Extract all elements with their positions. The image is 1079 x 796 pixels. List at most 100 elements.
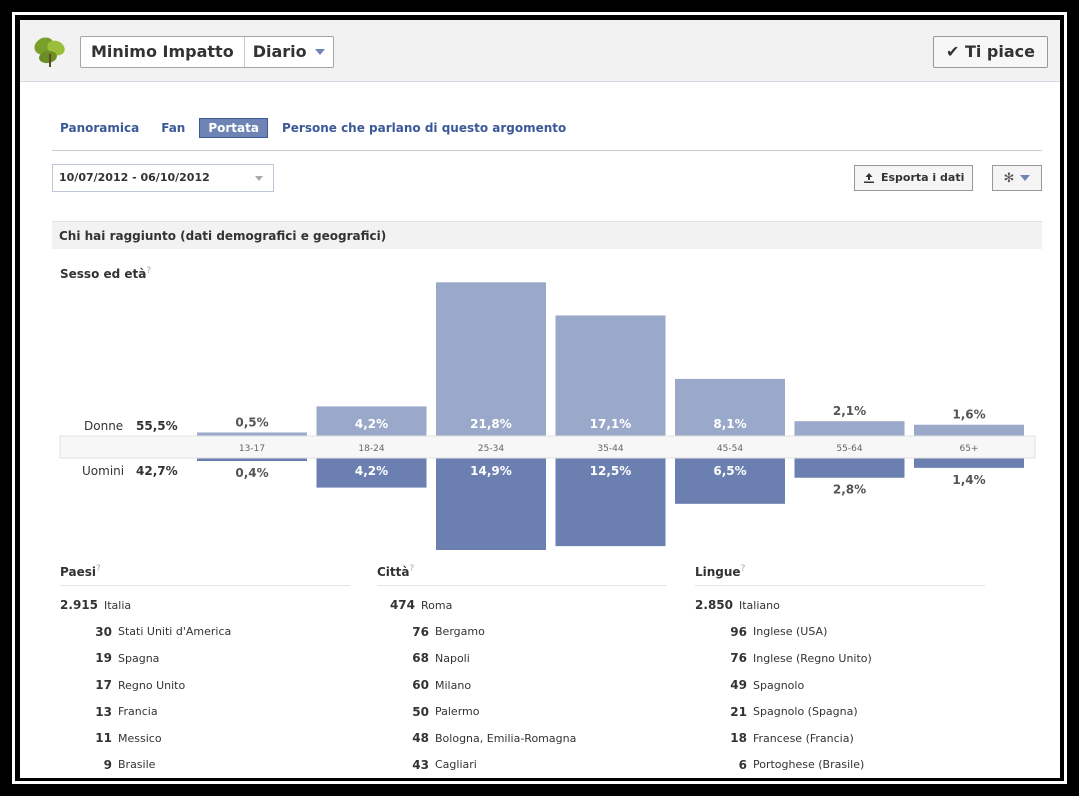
languages-title: Lingue? xyxy=(695,564,985,586)
list-item-count: 48 xyxy=(412,731,429,746)
list-item-count: 2.850 xyxy=(695,598,733,613)
women-value-label: 17,1% xyxy=(590,417,632,431)
upload-icon xyxy=(864,173,874,183)
men-bar[interactable] xyxy=(794,458,905,478)
list-item-count: 76 xyxy=(730,651,747,666)
section-title: Chi hai raggiunto (dati demografici e ge… xyxy=(52,221,1042,249)
men-series-label: Uomini xyxy=(82,464,124,478)
list-item: 60 Milano xyxy=(377,672,667,699)
list-item-count: 60 xyxy=(412,678,429,693)
list-item-count: 9 xyxy=(103,757,112,772)
list-item: 13 Francia xyxy=(60,698,350,725)
list-item-label[interactable]: Napoli xyxy=(435,652,470,665)
list-item-label[interactable]: Cagliari xyxy=(435,758,477,771)
languages-title-text: Lingue xyxy=(695,565,741,579)
age-tick-label: 25-34 xyxy=(478,444,504,454)
age-tick-label: 18-24 xyxy=(358,444,384,454)
timeline-dropdown[interactable]: Diario xyxy=(245,37,333,67)
age-tick-label: 35-44 xyxy=(597,444,623,454)
list-item-label[interactable]: Spagnolo xyxy=(753,679,804,692)
list-item: 49 Spagnolo xyxy=(695,672,985,699)
list-item: 68 Napoli xyxy=(377,645,667,672)
women-bar[interactable] xyxy=(197,432,307,436)
tab-panoramica[interactable]: Panoramica xyxy=(58,119,147,137)
gear-icon: ✻ xyxy=(1003,170,1015,186)
list-item-label[interactable]: Portoghese (Brasile) xyxy=(753,758,864,771)
help-icon[interactable]: ? xyxy=(410,564,415,574)
export-label: Esporta i dati xyxy=(881,171,965,184)
tab-fan[interactable]: Fan xyxy=(153,119,193,137)
date-range-value: 10/07/2012 - 06/10/2012 xyxy=(59,171,210,184)
men-value-label: 6,5% xyxy=(713,464,746,478)
age-tick-label: 55-64 xyxy=(836,444,862,454)
list-item-count: 43 xyxy=(412,757,429,772)
women-value-label: 0,5% xyxy=(235,415,268,429)
list-item-label[interactable]: Francese (Francia) xyxy=(753,732,854,745)
countries-list: Paesi? 2.915 Italia 30 Stati Uniti d'Americ… xyxy=(60,564,350,778)
list-item-label[interactable]: Milano xyxy=(435,679,471,692)
list-item-label[interactable]: Roma xyxy=(421,599,452,612)
list-item-label[interactable]: Palermo xyxy=(435,705,479,718)
list-item-label[interactable]: Bergamo xyxy=(435,625,485,638)
list-item: 96 Inglese (USA) xyxy=(695,619,985,646)
list-item-count: 49 xyxy=(730,678,747,693)
list-item: 2.915 Italia xyxy=(60,592,350,619)
insights-tabs: Panoramica Fan Portata Persone che parla… xyxy=(58,118,574,138)
list-item: 30 Stati Uniti d'America xyxy=(60,619,350,646)
like-button[interactable]: ✔ Ti piace xyxy=(932,36,1048,68)
date-range-select[interactable]: 10/07/2012 - 06/10/2012 xyxy=(52,164,274,192)
list-item-count: 19 xyxy=(95,651,112,666)
tabs-divider xyxy=(52,150,1042,151)
help-icon[interactable]: ? xyxy=(96,564,101,574)
men-total-label: 42,7% xyxy=(136,464,178,478)
list-item-label[interactable]: Italiano xyxy=(739,599,780,612)
list-item-label[interactable]: Spagnolo (Spagna) xyxy=(753,705,858,718)
settings-dropdown[interactable]: ✻ xyxy=(992,165,1042,191)
export-data-button[interactable]: Esporta i dati xyxy=(854,165,974,191)
men-value-label: 0,4% xyxy=(235,466,268,480)
list-item-count: 2.915 xyxy=(60,598,98,613)
women-total-label: 55,5% xyxy=(136,419,178,433)
list-item: 2.850 Italiano xyxy=(695,592,985,619)
list-item-label[interactable]: Inglese (USA) xyxy=(753,625,827,638)
tab-persone-che-parlano[interactable]: Persone che parlano di questo argomento xyxy=(274,119,574,137)
cities-list: Città? 474 Roma 76 Bergamo 68 Napoli 60 Milano 5… xyxy=(377,564,667,778)
cities-title: Città? xyxy=(377,564,667,586)
page-name[interactable]: Minimo Impatto xyxy=(81,37,245,67)
list-item-count: 6 xyxy=(738,757,747,772)
insights-page: Minimo Impatto Diario ✔ Ti piace Panoram… xyxy=(20,20,1060,778)
list-item-label[interactable]: Brasile xyxy=(118,758,155,771)
list-item: 19 Spagna xyxy=(60,645,350,672)
list-item-label[interactable]: Stati Uniti d'America xyxy=(118,625,231,638)
list-item-count: 474 xyxy=(389,598,415,613)
cities-title-text: Città xyxy=(377,565,410,579)
women-bar[interactable] xyxy=(436,282,546,436)
list-item-label[interactable]: Spagna xyxy=(118,652,159,665)
list-item-label[interactable]: Francia xyxy=(118,705,158,718)
men-bar[interactable] xyxy=(914,458,1024,468)
list-item-count: 21 xyxy=(730,704,747,719)
women-bar[interactable] xyxy=(794,421,905,436)
list-item: 21 Spagnolo (Spagna) xyxy=(695,698,985,725)
list-item-count: 50 xyxy=(412,704,429,719)
list-item: 474 Roma xyxy=(377,592,667,619)
tab-portata[interactable]: Portata xyxy=(199,118,268,138)
chevron-down-icon xyxy=(255,176,263,181)
list-item-label[interactable]: Bologna, Emilia-Romagna xyxy=(435,732,576,745)
list-item-label[interactable]: Inglese (Regno Unito) xyxy=(753,652,872,665)
list-item-label[interactable]: Regno Unito xyxy=(118,679,185,692)
list-item: 43 Cagliari xyxy=(377,752,667,778)
help-icon[interactable]: ? xyxy=(741,564,746,574)
languages-list: Lingue? 2.850 Italiano 96 Inglese (USA) 76 In… xyxy=(695,564,985,778)
list-item: 48 Bologna, Emilia-Romagna xyxy=(377,725,667,752)
list-item-label[interactable]: Italia xyxy=(104,599,131,612)
list-item-label[interactable]: Messico xyxy=(118,732,162,745)
list-item-count: 11 xyxy=(95,731,112,746)
list-item: 76 Bergamo xyxy=(377,619,667,646)
age-tick-label: 45-54 xyxy=(717,444,743,454)
women-value-label: 2,1% xyxy=(833,404,866,418)
women-value-label: 1,6% xyxy=(952,408,985,422)
leaf-logo-icon[interactable] xyxy=(32,34,68,68)
languages-items: 2.850 Italiano 96 Inglese (USA) 76 Inglese (R… xyxy=(695,592,985,778)
women-bar[interactable] xyxy=(914,424,1024,436)
